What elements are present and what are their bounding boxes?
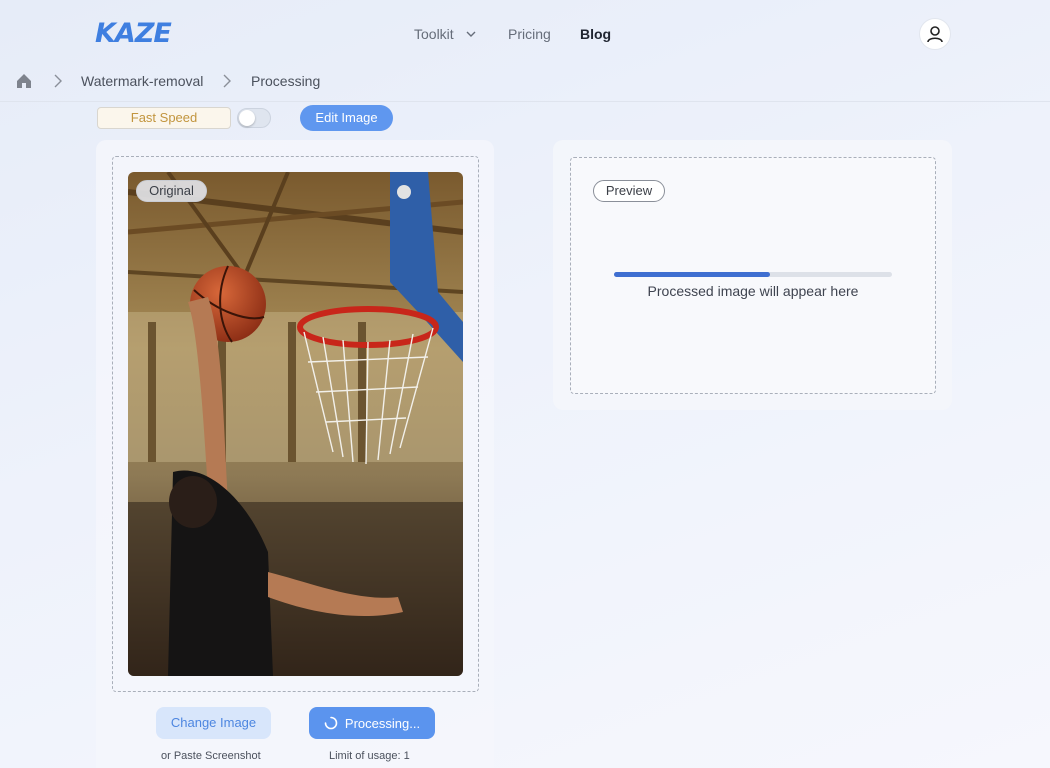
chevron-down-icon bbox=[466, 31, 476, 37]
user-icon bbox=[927, 26, 943, 43]
breadcrumb: Watermark-removal Processing bbox=[0, 64, 1050, 102]
basketball-dunk-photo bbox=[128, 172, 463, 676]
usage-limit-text: Limit of usage: 1 bbox=[329, 750, 410, 762]
change-image-button[interactable]: Change Image bbox=[156, 707, 271, 739]
nav-toolkit-label: Toolkit bbox=[414, 26, 454, 42]
original-image bbox=[128, 172, 463, 676]
breadcrumb-watermark-removal[interactable]: Watermark-removal bbox=[81, 73, 203, 89]
breadcrumb-processing: Processing bbox=[251, 73, 321, 89]
fast-speed-toggle[interactable] bbox=[237, 108, 271, 128]
processing-button[interactable]: Processing... bbox=[309, 707, 435, 739]
original-badge: Original bbox=[136, 180, 207, 202]
edit-image-button[interactable]: Edit Image bbox=[300, 105, 393, 131]
paste-screenshot-hint: or Paste Screenshot bbox=[161, 750, 261, 762]
preview-placeholder-text: Processed image will appear here bbox=[647, 283, 859, 299]
toggle-knob bbox=[239, 110, 255, 126]
nav-pricing[interactable]: Pricing bbox=[508, 26, 551, 42]
chevron-right-icon bbox=[223, 74, 231, 88]
chevron-right-icon bbox=[54, 74, 62, 88]
processing-label: Processing... bbox=[344, 715, 421, 731]
home-icon[interactable] bbox=[15, 72, 33, 90]
nav-toolkit[interactable]: Toolkit bbox=[414, 26, 476, 42]
progress-bar bbox=[614, 272, 892, 277]
user-account-button[interactable] bbox=[919, 18, 951, 50]
kaze-logo[interactable]: KAZE bbox=[95, 18, 172, 49]
fast-speed-label: Fast Speed bbox=[97, 107, 231, 129]
progress-bar-fill bbox=[614, 272, 770, 277]
nav-blog[interactable]: Blog bbox=[580, 26, 611, 42]
preview-badge: Preview bbox=[593, 180, 665, 202]
top-header: KAZE Toolkit Pricing Blog bbox=[0, 0, 1050, 68]
spinner-icon bbox=[324, 716, 338, 730]
